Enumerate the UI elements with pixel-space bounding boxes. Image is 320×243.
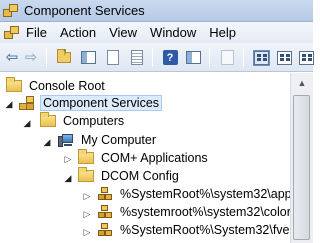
forward-button[interactable]: ⇨	[22, 49, 40, 66]
tree-node-label: %systemroot%\system32\colorui	[120, 205, 290, 219]
help-icon: ?	[162, 50, 178, 65]
refresh-icon	[131, 50, 143, 65]
large-icons-view-icon	[252, 49, 270, 66]
scroll-up-button[interactable]: ▲	[292, 74, 312, 91]
up-folder-icon: ↑	[57, 47, 71, 63]
options-button[interactable]	[218, 49, 236, 66]
expand-arrow-icon[interactable]: ▷	[82, 191, 92, 202]
component-services-icon	[3, 3, 19, 18]
menu-action[interactable]: Action	[60, 25, 96, 40]
back-button[interactable]: ⇦	[3, 49, 21, 66]
properties-button[interactable]	[104, 49, 122, 66]
show-action-pane-button[interactable]	[184, 49, 202, 66]
expand-arrow-icon[interactable]: ▷	[63, 154, 73, 165]
properties-icon	[107, 50, 119, 65]
forward-icon: ⇨	[24, 49, 38, 66]
tree-node-my-computer[interactable]: My Computer	[58, 130, 158, 150]
collapse-arrow-icon[interactable]: ◢	[22, 118, 32, 129]
dcom-app-icon	[97, 222, 113, 238]
folder-icon	[6, 77, 22, 92]
folder-icon	[40, 112, 56, 127]
dcom-app-icon	[97, 204, 113, 220]
show-hide-tree-button[interactable]	[79, 49, 97, 66]
options-icon	[220, 50, 234, 65]
small-icons-view-icon	[276, 50, 292, 65]
collapse-arrow-icon[interactable]: ◢	[63, 173, 73, 184]
tree-node-component-services[interactable]: Component Services	[19, 93, 163, 113]
refresh-button[interactable]	[128, 49, 146, 66]
small-icons-view-button[interactable]	[275, 49, 293, 66]
expand-arrow-icon[interactable]: ▷	[82, 209, 92, 220]
help-button[interactable]: ?	[161, 49, 179, 66]
folder-icon	[78, 167, 94, 182]
collapse-arrow-icon[interactable]: ◢	[42, 137, 52, 148]
large-icons-view-button[interactable]	[252, 49, 270, 66]
tree-node-label: %SystemRoot%\System32\fveui.	[120, 223, 290, 237]
tree-node-label: %SystemRoot%\system32\appw	[120, 187, 290, 201]
list-view-icon	[298, 50, 314, 65]
folder-icon	[78, 149, 94, 164]
collapse-arrow-icon[interactable]: ◢	[4, 99, 14, 110]
tree-node-label: Component Services	[40, 95, 163, 111]
title-bar[interactable]: Component Services	[0, 0, 313, 22]
console-tree[interactable]: Console Root ◢ Component Services ◢ Comp…	[0, 73, 290, 243]
tree-node-dcom-item[interactable]: %SystemRoot%\System32\fveui.	[97, 220, 290, 240]
computer-icon	[58, 133, 74, 148]
tree-node-dcom-item[interactable]: %SystemRoot%\system32\appw	[97, 184, 290, 204]
window-title: Component Services	[24, 3, 145, 18]
tree-node-label: DCOM Config	[101, 169, 179, 183]
tree-node-dcom-item[interactable]: %systemroot%\system32\colorui	[97, 202, 290, 222]
show-tree-icon	[80, 51, 96, 64]
back-icon: ⇦	[5, 49, 19, 66]
component-services-icon	[19, 95, 35, 111]
show-panel-icon	[185, 51, 201, 64]
tree-node-label: Computers	[63, 114, 125, 128]
menu-file[interactable]: File	[26, 25, 47, 40]
expand-arrow-icon[interactable]: ▷	[82, 227, 92, 238]
vertical-scrollbar[interactable]: ▲	[290, 73, 313, 243]
tree-node-label: Console Root	[29, 79, 105, 93]
menu-window[interactable]: Window	[150, 25, 196, 40]
list-view-button[interactable]	[297, 49, 315, 66]
menu-bar: File Action View Window Help	[0, 22, 313, 43]
toolbar: ⇦ ⇨ ↑ ?	[0, 43, 315, 72]
dcom-app-icon	[97, 186, 113, 202]
system-menu-icon[interactable]	[4, 25, 20, 40]
menu-help[interactable]: Help	[209, 25, 236, 40]
scroll-thumb[interactable]	[293, 95, 310, 240]
tree-node-label: COM+ Applications	[101, 151, 208, 165]
menu-view[interactable]: View	[109, 25, 137, 40]
tree-node-label: My Computer	[81, 133, 157, 147]
tree-node-dcom-config[interactable]: DCOM Config	[78, 166, 181, 186]
tree-node-com-applications[interactable]: COM+ Applications	[78, 148, 210, 168]
tree-node-computers[interactable]: Computers	[40, 111, 126, 131]
up-one-level-button[interactable]: ↑	[55, 47, 73, 66]
